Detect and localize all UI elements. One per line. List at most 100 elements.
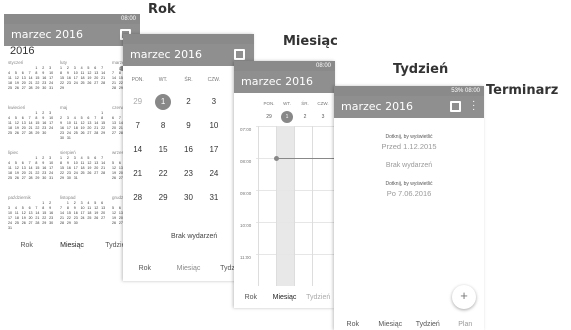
week-day-header: CZW. [317, 101, 329, 106]
day-cell[interactable]: 31 [201, 190, 226, 214]
status-bar: 08:00 [234, 61, 335, 71]
month-grid[interactable]: 2912347891011141516171821222324252829303… [125, 94, 252, 214]
day-cell[interactable]: 17 [201, 142, 226, 166]
day-cell[interactable]: 29 [125, 94, 150, 118]
nav-year[interactable]: Rok [334, 321, 372, 328]
day-cell[interactable]: 29 [150, 190, 175, 214]
day-divider [294, 126, 295, 286]
day-cell[interactable]: 23 [176, 166, 201, 190]
day-cell[interactable]: 8 [150, 118, 175, 142]
mini-month-name: maj [60, 105, 68, 110]
mini-day: 29 [60, 176, 64, 180]
status-bar: 53% 08:00 [334, 86, 484, 96]
mini-day: 24 [73, 81, 78, 85]
mini-month[interactable]: lipiec 1 2 3 4 5 6 7 8 9 10 11 12 13 14 15 16 17 18 19 20 21 2… [8, 150, 56, 181]
mini-month[interactable]: kwiecień 1 2 3 4 5 6 7 8 9 10 11 12 13 14 15 16 17 18 19 20 2… [8, 105, 56, 136]
mini-month[interactable]: luty 1 2 3 4 5 6 7 8 9 10 11 12 13 14 15 16 17 18 19 20 21 22 2… [60, 60, 108, 91]
mini-day: 28 [112, 86, 116, 90]
week-day-date[interactable]: 2 [299, 111, 311, 123]
mini-day: 26 [94, 216, 99, 220]
title: marzec 2016 [130, 48, 203, 61]
mini-day: 24 [49, 126, 54, 130]
mini-day: 27 [101, 216, 106, 220]
day-divider [312, 126, 313, 286]
mini-day: 28 [94, 131, 99, 135]
week-day-date[interactable]: 1 [281, 111, 293, 123]
day-cell[interactable]: 24 [201, 166, 226, 190]
mini-day: 30 [66, 176, 71, 180]
time-label: 09:00 [240, 191, 252, 196]
nav-year[interactable]: Rok [234, 294, 268, 301]
mini-day: 27 [28, 221, 33, 225]
week-day-date[interactable]: 29 [263, 111, 275, 123]
week-day-date[interactable]: 3 [317, 111, 329, 123]
time-label: 11:00 [240, 255, 251, 260]
nav-year[interactable]: Rok [4, 242, 49, 249]
mini-month[interactable]: listopad 1 2 3 4 5 6 7 8 9 10 11 12 13 14 15 16 17 18 19 20 2… [60, 195, 108, 226]
nav-month[interactable]: Miesiąc [372, 321, 410, 328]
toolbar: marzec 2016 [4, 24, 140, 46]
mini-month[interactable]: styczeń 1 2 3 4 5 6 7 8 9 10 11 12 13 14 15 16 17 18 19 20 21… [8, 60, 56, 91]
after-range[interactable]: Dotknij, by wyświetlić Po 7.06.2016 [334, 181, 484, 198]
day-cell[interactable]: 28 [125, 190, 150, 214]
hour-line [256, 126, 335, 127]
day-cell[interactable]: 9 [176, 118, 201, 142]
mini-day: 24 [80, 216, 85, 220]
mini-day: 30 [42, 86, 47, 90]
mini-day: 26 [14, 131, 19, 135]
time-label: 10:00 [240, 223, 252, 228]
label-year: Rok [148, 2, 176, 17]
nav-year[interactable]: Rok [123, 265, 167, 272]
mini-day: 26 [14, 176, 19, 180]
mini-day: 31 [8, 226, 12, 230]
calendar-icon[interactable] [234, 49, 245, 60]
mini-month[interactable]: październik 1 2 3 4 5 6 7 8 9 10 11 12 13 14 15 16 17 18 19… [8, 195, 56, 231]
mini-day: 27 [21, 86, 26, 90]
day-cell[interactable]: 16 [176, 142, 201, 166]
mini-month-name: listopad [60, 195, 76, 200]
mini-day: 29 [35, 176, 40, 180]
week-day-header: ŚR. [301, 101, 309, 106]
year-screen: 08:00 marzec 2016 2016 styczeń 1 2 3 4 5 6 7 8 9 1… [4, 14, 140, 270]
mini-day: 25 [8, 131, 12, 135]
mini-day: 28 [60, 221, 64, 225]
mini-day: 29 [60, 86, 64, 90]
hour-line [256, 222, 335, 223]
nav-month[interactable]: Miesiąc [49, 242, 94, 249]
calendar-icon[interactable] [450, 101, 461, 112]
mini-day: 28 [101, 171, 106, 175]
nav-week[interactable]: Tydzień [301, 294, 335, 301]
mini-month[interactable]: maj 1 2 3 4 5 6 7 8 9 10 11 12 13 14 15 16 17 18 19 20 21 22 23… [60, 105, 108, 141]
mini-day: 30 [42, 131, 47, 135]
add-event-button[interactable]: + [452, 285, 476, 309]
mini-month-name: październik [8, 195, 31, 200]
day-cell[interactable]: 21 [125, 166, 150, 190]
day-cell[interactable]: 1 [155, 94, 172, 110]
nav-plan[interactable]: Plan [447, 321, 485, 328]
day-cell[interactable]: 2 [176, 94, 201, 118]
time-label: 08:00 [240, 159, 252, 164]
more-icon[interactable]: · · · [472, 97, 475, 115]
day-cell[interactable]: 15 [150, 142, 175, 166]
day-cell[interactable]: 14 [125, 142, 150, 166]
day-divider [258, 126, 259, 286]
before-range[interactable]: Dotknij, by wyświetlić Przed 1.12.2015 [334, 134, 484, 151]
nav-week[interactable]: Tydzień [409, 321, 447, 328]
mini-day: 31 [49, 176, 54, 180]
mini-day: 26 [21, 221, 26, 225]
no-events: Brak wydarzeń [385, 162, 433, 169]
mini-day: 28 [101, 81, 106, 85]
day-cell[interactable]: 3 [201, 94, 226, 118]
nav-month[interactable]: Miesiąc [268, 294, 302, 301]
day-cell[interactable]: 22 [150, 166, 175, 190]
day-cell[interactable]: 7 [125, 118, 150, 142]
mini-day: 25 [87, 216, 92, 220]
nav-month[interactable]: Miesiąc [167, 265, 211, 272]
day-cell[interactable]: 30 [176, 190, 201, 214]
mini-month[interactable]: sierpień 1 2 3 4 5 6 7 8 9 10 11 12 13 14 15 16 17 18 19 20 2… [60, 150, 108, 181]
mini-day: 28 [28, 131, 33, 135]
day-divider [276, 126, 277, 286]
label-week: Tydzień [393, 62, 449, 77]
mini-month-name: lipiec [8, 150, 19, 155]
day-cell[interactable]: 10 [201, 118, 226, 142]
